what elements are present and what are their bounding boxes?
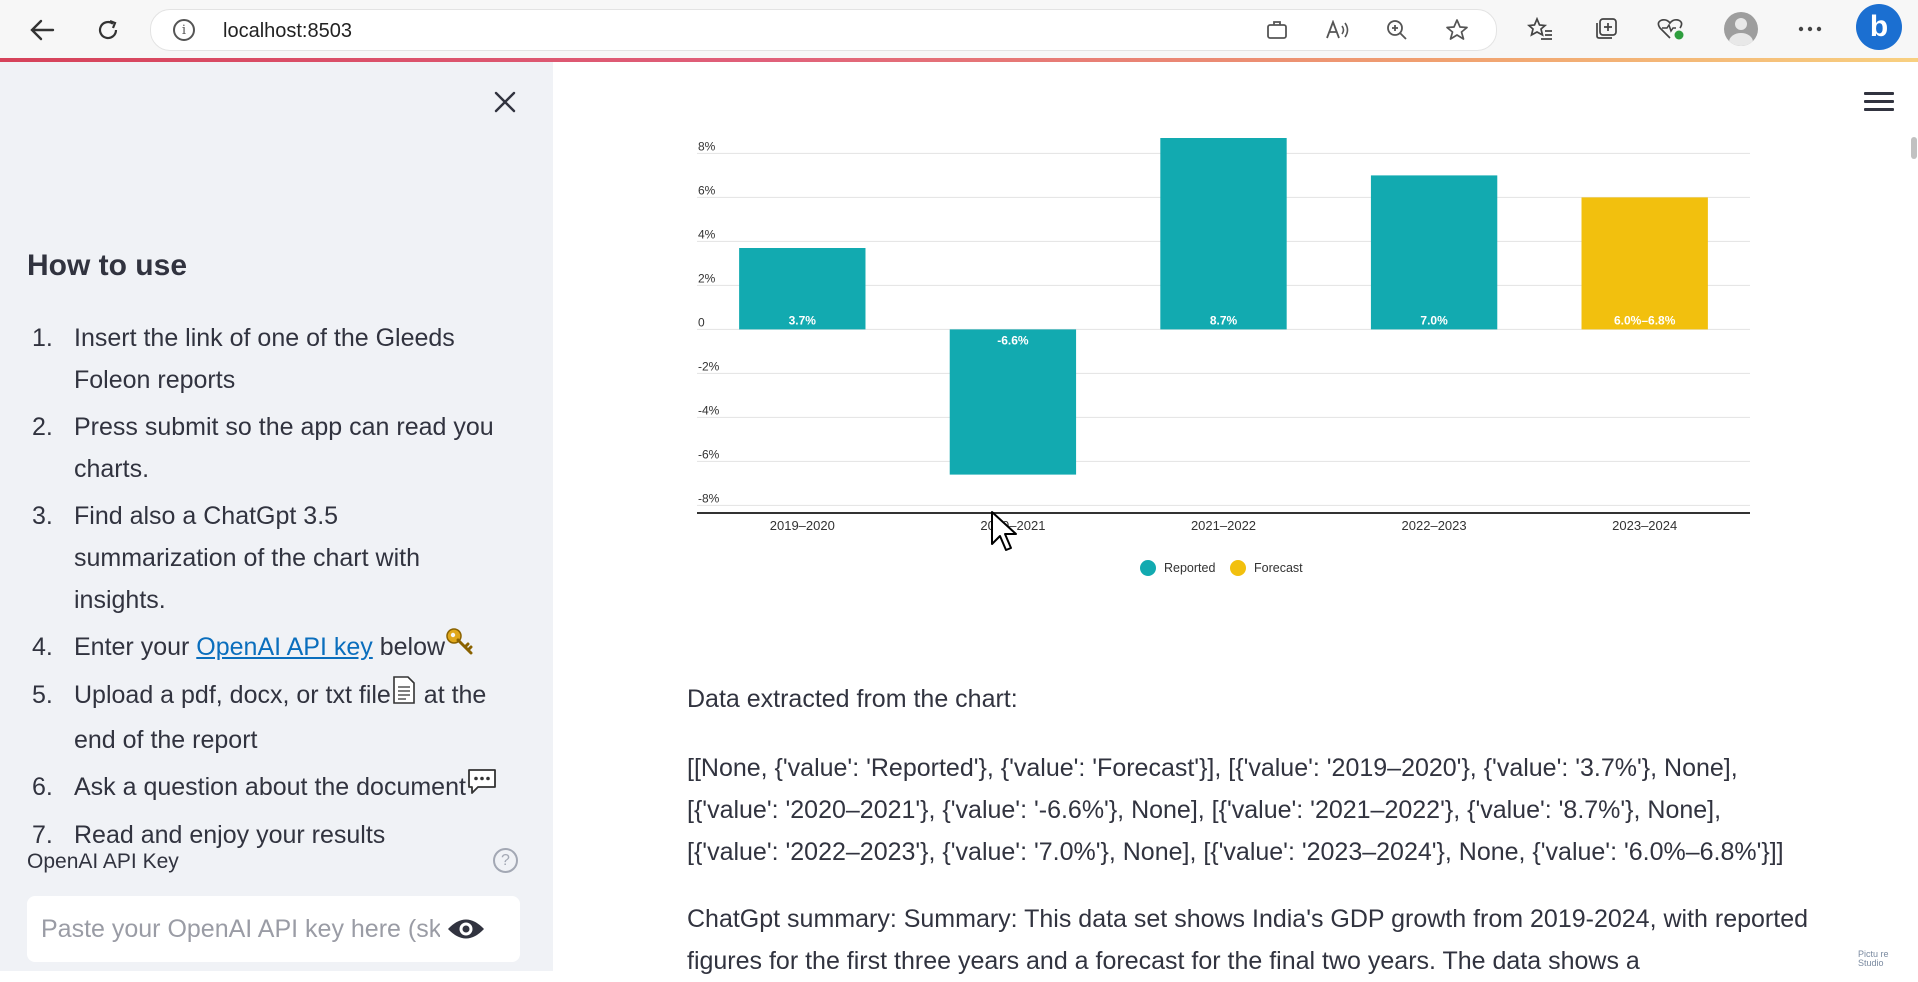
bar-value-label: -6.6% [997,333,1029,347]
address-bar[interactable]: i localhost:8503 [150,9,1497,51]
copilot-icon[interactable]: b [1856,4,1902,50]
how-to-use-steps: 1. Insert the link of one of the Gleeds … [27,317,507,861]
step-item: 4. Enter your OpenAI API key below [27,626,507,669]
chatgpt-summary-text: ChatGpt summary: Summary: This data set … [687,905,1808,975]
step-text: Enter your [74,633,197,661]
legend-swatch-icon [1230,560,1246,576]
step-text: Insert the link of one of the Gleeds Fol… [74,324,455,394]
step-text: Find also a ChatGpt 3.5 summarization of… [74,502,420,614]
step-number: 5. [32,681,53,710]
site-info-icon[interactable]: i [173,19,195,41]
step-number: 4. [32,633,53,661]
step-text: Press submit so the app can read you cha… [74,413,494,483]
close-sidebar-icon[interactable] [488,85,522,119]
step-text: Ask a question about the document [74,772,466,801]
legend-swatch-icon [1140,560,1156,576]
y-tick-label: 8% [698,139,716,153]
step-number: 1. [32,324,53,352]
step-text: Upload a pdf, docx, or txt file [74,681,391,710]
extracted-data-text: [[None, {'value': 'Reported'}, {'value':… [687,747,1897,873]
api-key-label: OpenAI API Key [27,850,179,873]
show-password-eye-icon[interactable] [446,916,486,942]
speech-bubble-icon [466,767,498,809]
collections-icon[interactable] [1591,14,1621,44]
document-icon [391,675,417,719]
read-aloud-icon[interactable] [1325,18,1349,42]
help-question-icon[interactable]: ? [493,848,518,873]
step-item: 5. Upload a pdf, docx, or txt file at th… [27,674,507,760]
x-tick-label: 2021–2022 [1191,518,1256,533]
bar-value-label: 3.7% [789,313,817,327]
extracted-data-line: [{'value': '2022–2023'}, {'value': '7.0%… [687,838,1784,866]
step-text: Read and enjoy your results [74,821,386,850]
legend-label: Reported [1164,561,1215,575]
x-tick-label: 2019–2020 [770,518,835,533]
step-item: 3. Find also a ChatGpt 3.5 summarization… [27,495,507,621]
x-tick-label: 2022–2023 [1402,518,1467,533]
mouse-cursor-icon [991,511,1017,551]
profile-avatar-icon[interactable] [1724,12,1758,46]
watermark-text: Studio [1858,958,1884,968]
how-to-use-heading: How to use [27,249,188,282]
key-icon [445,627,475,669]
y-tick-label: -4% [698,403,720,417]
scrollbar-thumb[interactable] [1911,137,1917,159]
y-tick-label: 2% [698,271,716,285]
data-extracted-heading: Data extracted from the chart: [687,685,1018,713]
chart-bar [1581,197,1708,330]
main-menu-icon[interactable] [1864,92,1894,114]
sidebar: How to use 1. Insert the link of one of … [0,62,553,971]
y-tick-label: 6% [698,183,716,197]
favorite-star-icon[interactable] [1445,18,1469,42]
chart-bar [1160,138,1287,330]
watermark-logo: Pictu re Studio [1858,950,1889,968]
browser-toolbar: i localhost:8503 b [0,0,1918,59]
bar-value-label: 6.0%–6.8% [1614,313,1676,327]
gdp-growth-bar-chart: 8% 6% 4% 2% 0 -2% -4% -6% -8% 3.7% 2019–2020 -6.6% 2… [697,138,1750,576]
legend-label: Forecast [1254,561,1303,575]
chart-bar [949,329,1077,475]
step-number: 6. [32,772,53,801]
refresh-icon[interactable] [90,12,126,48]
extracted-data-line: [{'value': '2020–2021'}, {'value': '-6.6… [687,796,1722,824]
browser-essentials-icon[interactable] [1656,14,1686,44]
bar-value-label: 7.0% [1420,313,1448,327]
step-item: 2. Press submit so the app can read you … [27,406,507,490]
y-tick-label: -2% [698,359,720,373]
bar-value-label: 8.7% [1210,313,1238,327]
openai-api-key-link[interactable]: OpenAI API key [196,633,373,661]
step-number: 3. [32,502,53,530]
y-tick-label: 4% [698,227,716,241]
step-number: 2. [32,413,53,441]
zoom-icon[interactable] [1385,18,1409,42]
extracted-data-line: [[None, {'value': 'Reported'}, {'value':… [687,754,1738,782]
x-tick-label: 2023–2024 [1612,518,1677,533]
chart-bar [1370,175,1498,330]
back-arrow-icon[interactable] [24,12,60,48]
address-url[interactable]: localhost:8503 [223,20,352,43]
more-options-icon[interactable] [1795,14,1825,44]
app-available-icon[interactable] [1265,18,1289,42]
favorites-list-icon[interactable] [1525,14,1555,44]
step-item: 1. Insert the link of one of the Gleeds … [27,317,507,401]
step-item: 6. Ask a question about the document [27,766,507,809]
page-scrollbar[interactable] [1910,62,1918,971]
step-text: below [372,633,446,661]
y-tick-label: -8% [698,491,720,505]
y-tick-label: -6% [698,447,720,461]
y-tick-label: 0 [698,315,705,329]
